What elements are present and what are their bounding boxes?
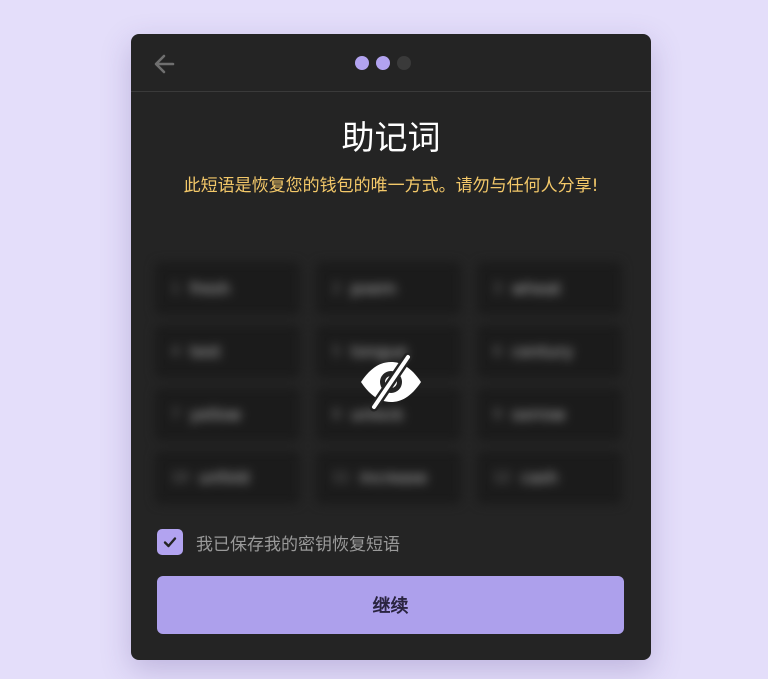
- word-index: 12: [493, 469, 511, 486]
- word-text: cash: [520, 468, 558, 487]
- mnemonic-word-cell: 3 wheat: [477, 262, 622, 315]
- mnemonic-word-cell: 4 test: [155, 325, 300, 378]
- step-indicator: [355, 56, 411, 70]
- step-dot-3: [397, 56, 411, 70]
- word-index: 3: [493, 280, 502, 297]
- saved-confirmation[interactable]: 我已保存我的密钥恢复短语: [157, 528, 400, 556]
- mnemonic-word-cell: 9 sorrow: [477, 388, 622, 441]
- word-index: 1: [171, 280, 180, 297]
- word-text: poem: [350, 279, 397, 298]
- word-index: 5: [332, 343, 341, 360]
- word-text: increase: [359, 468, 428, 487]
- mnemonic-word-cell: 1 fresh: [155, 262, 300, 315]
- mnemonic-word-cell: 11 increase: [316, 451, 461, 504]
- word-index: 6: [493, 343, 502, 360]
- mnemonic-word-cell: 10 unfold: [155, 451, 300, 504]
- word-text: fresh: [189, 279, 231, 298]
- word-index: 4: [171, 343, 180, 360]
- mnemonic-word-cell: 2 poem: [316, 262, 461, 315]
- word-index: 9: [493, 406, 502, 423]
- mnemonic-word-cell: 7 yellow: [155, 388, 300, 441]
- word-text: test: [189, 342, 221, 361]
- word-index: 7: [171, 406, 180, 423]
- word-index: 2: [332, 280, 341, 297]
- mnemonic-word-cell: 12 cash: [477, 451, 622, 504]
- word-index: 8: [332, 406, 341, 423]
- saved-checkbox-label: 我已保存我的密钥恢复短语: [196, 534, 400, 555]
- word-index: 11: [332, 469, 350, 486]
- saved-checkbox[interactable]: [157, 529, 183, 555]
- mnemonic-word-cell: 6 century: [477, 325, 622, 378]
- mnemonic-card: 助记词 此短语是恢复您的钱包的唯一方式。请勿与任何人分享! 1 fresh 2 po…: [131, 34, 651, 660]
- security-warning: 此短语是恢复您的钱包的唯一方式。请勿与任何人分享!: [183, 176, 599, 196]
- step-dot-1: [355, 56, 369, 70]
- word-text: unfold: [198, 468, 250, 487]
- word-text: yellow: [189, 405, 241, 424]
- card-header: [131, 34, 651, 92]
- word-index: 10: [171, 469, 189, 486]
- step-dot-2: [376, 56, 390, 70]
- page-title: 助记词: [341, 118, 441, 157]
- eye-slash-icon: [361, 352, 421, 412]
- word-text: wheat: [511, 279, 562, 298]
- word-text: century: [511, 342, 574, 361]
- checkmark-icon: [163, 537, 177, 548]
- back-button[interactable]: [151, 50, 179, 78]
- continue-button[interactable]: 继续: [157, 576, 624, 634]
- word-text: sorrow: [511, 405, 566, 424]
- reveal-phrase-toggle[interactable]: [358, 352, 424, 412]
- arrow-left-icon: [154, 54, 175, 74]
